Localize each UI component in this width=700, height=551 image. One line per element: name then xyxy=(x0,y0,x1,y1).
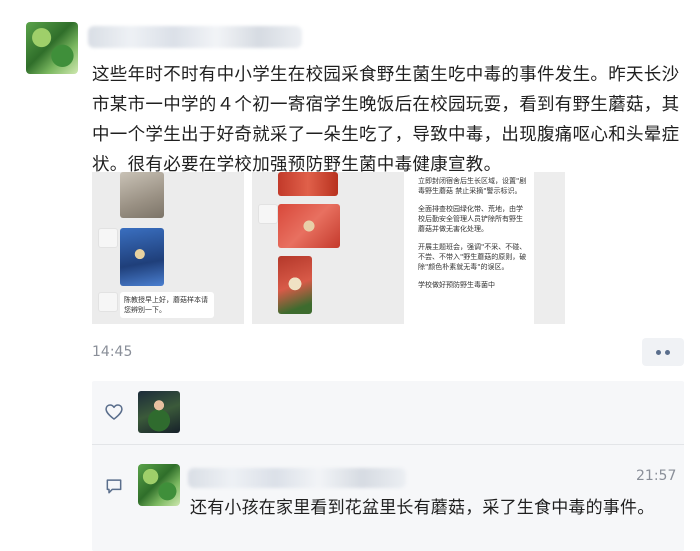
commenter-name-blurred[interactable] xyxy=(188,468,406,488)
post-image-2[interactable] xyxy=(252,172,404,324)
post-image-1[interactable]: 陈教授早上好，蘑菇样本请您辨别一下。 xyxy=(92,172,244,324)
doc-paragraph: 学校做好预防野生毒菌中 xyxy=(418,281,495,289)
post-text: 这些年时不时有中小学生在校园采食野生菌生吃中毒的事件发生。昨天长沙市某市一中学的… xyxy=(92,65,680,175)
interaction-panel xyxy=(92,381,684,551)
panel-divider xyxy=(92,444,684,445)
poster-name-blurred[interactable] xyxy=(88,26,302,48)
heart-icon[interactable] xyxy=(104,402,124,422)
chat-avatar-icon xyxy=(98,228,118,248)
post-image-3[interactable]: 立即封闭宿舍后生长区域，设置"剧毒野生蘑菇 禁止采摘"警示标识。 全面排查校园绿… xyxy=(412,172,565,324)
more-dots-icon xyxy=(665,349,670,355)
mushroom-photo-4 xyxy=(278,204,340,248)
chat-bubble: 陈教授早上好，蘑菇样本请您辨别一下。 xyxy=(120,292,214,318)
more-dots-icon xyxy=(656,349,661,355)
comment-icon[interactable] xyxy=(104,476,124,496)
mushroom-photo-3 xyxy=(278,172,338,196)
chat-avatar-icon xyxy=(258,204,278,224)
mushroom-photo-2 xyxy=(120,228,164,286)
poster-avatar[interactable] xyxy=(26,22,78,74)
mushroom-photo-5 xyxy=(278,256,312,314)
commenter-avatar[interactable] xyxy=(138,464,180,506)
liker-avatar[interactable] xyxy=(138,391,180,433)
doc-paragraph: 全面排查校园绿化带、荒地，由学校后勤安全管理人员铲除所有野生蘑菇并做无害化处理。 xyxy=(418,205,523,233)
doc-paragraph: 开展主题班会，强调"不采、不碰、不尝、不带入"野生蘑菇的原则，破除"颜色朴素就无… xyxy=(418,243,527,271)
post-time: 14:45 xyxy=(92,344,133,360)
chat-avatar-icon xyxy=(98,292,118,312)
advice-document: 立即封闭宿舍后生长区域，设置"剧毒野生蘑菇 禁止采摘"警示标识。 全面排查校园绿… xyxy=(412,172,534,324)
comment-text: 还有小孩在家里看到花盆里长有蘑菇，采了生食中毒的事件。 xyxy=(190,498,655,518)
doc-paragraph: 立即封闭宿舍后生长区域，设置"剧毒野生蘑菇 禁止采摘"警示标识。 xyxy=(418,177,527,195)
more-button[interactable] xyxy=(642,338,684,366)
mushroom-photo-1 xyxy=(120,172,164,218)
comment-time: 21:57 xyxy=(636,468,677,484)
